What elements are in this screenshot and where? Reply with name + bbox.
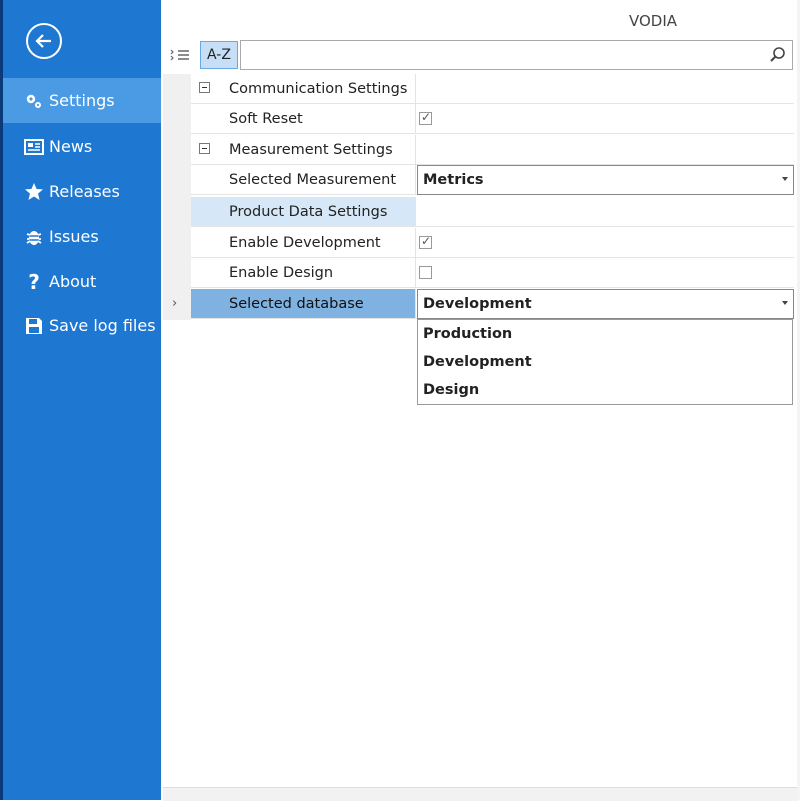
- gears-icon: [24, 91, 44, 111]
- category-product-data[interactable]: Product Data Settings: [191, 197, 794, 227]
- sidebar-item-label: News: [49, 137, 93, 156]
- soft-reset-checkbox[interactable]: ✓: [419, 110, 432, 125]
- sidebar-item-releases[interactable]: Releases: [3, 169, 161, 214]
- category-label: Product Data Settings: [191, 197, 415, 226]
- search-input[interactable]: [245, 42, 769, 70]
- category-label: Communication Settings: [229, 80, 408, 97]
- dropdown-value: Metrics: [423, 172, 484, 188]
- property-label: Soft Reset: [229, 110, 303, 127]
- newspaper-icon: [24, 137, 44, 157]
- search-box: [240, 40, 793, 70]
- value-cell: ✓: [415, 104, 794, 133]
- enable-design-checkbox[interactable]: [419, 266, 432, 279]
- checkmark-icon: ✓: [421, 110, 432, 124]
- sort-az-button[interactable]: A-Z: [200, 41, 238, 69]
- property-selected-database[interactable]: Selected database Development: [191, 289, 794, 319]
- sidebar-item-save-log[interactable]: Save log files: [3, 303, 161, 348]
- arrow-left-icon: [35, 34, 51, 48]
- option-production[interactable]: Production: [418, 320, 792, 348]
- category-measurement[interactable]: Measurement Settings: [191, 135, 794, 165]
- sidebar-item-issues[interactable]: Issues: [3, 214, 161, 259]
- sidebar-item-label: Save log files: [49, 316, 156, 335]
- star-icon: [24, 182, 44, 202]
- status-bar: [163, 787, 799, 801]
- floppy-disk-icon: [24, 316, 44, 336]
- value-cell: Development: [415, 289, 794, 319]
- sidebar: Settings News Releases Issues ? About Sa…: [0, 0, 161, 800]
- question-icon: ?: [28, 269, 40, 294]
- sidebar-item-news[interactable]: News: [3, 124, 161, 169]
- property-label: Selected database: [191, 289, 415, 318]
- back-button[interactable]: [26, 23, 62, 59]
- database-dropdown[interactable]: Development: [417, 289, 794, 319]
- value-cell: [415, 258, 794, 287]
- sidebar-item-label: About: [49, 272, 97, 291]
- property-selected-measurement: Selected Measurement Metrics: [191, 165, 794, 195]
- property-enable-design: Enable Design: [191, 258, 794, 288]
- category-communication[interactable]: Communication Settings: [191, 74, 794, 104]
- bug-icon: [24, 227, 44, 247]
- sidebar-item-label: Settings: [49, 91, 115, 110]
- property-enable-development: Enable Development ✓: [191, 228, 794, 258]
- sidebar-item-label: Releases: [49, 182, 120, 201]
- search-icon[interactable]: [769, 46, 787, 64]
- property-label: Selected Measurement: [229, 171, 397, 188]
- property-label: Enable Development: [229, 234, 381, 251]
- enable-development-checkbox[interactable]: ✓: [419, 234, 432, 249]
- chevron-down-icon: [782, 177, 788, 181]
- chevron-down-icon: [782, 301, 788, 305]
- value-cell: [415, 197, 794, 226]
- row-pointer-icon: ›: [172, 296, 178, 311]
- value-cell: Metrics: [415, 165, 794, 195]
- sidebar-item-about[interactable]: ? About: [3, 259, 161, 304]
- property-soft-reset: Soft Reset ✓: [191, 104, 794, 134]
- database-options-list: Production Development Design: [417, 319, 793, 405]
- app-title: VODIA: [629, 12, 678, 30]
- dropdown-value: Development: [423, 296, 532, 312]
- window-edge: [0, 0, 3, 800]
- category-label: Measurement Settings: [229, 141, 393, 158]
- sidebar-item-settings[interactable]: Settings: [3, 78, 161, 123]
- measurement-dropdown[interactable]: Metrics: [417, 165, 794, 195]
- categorized-view-icon[interactable]: [170, 46, 192, 64]
- option-development[interactable]: Development: [418, 348, 792, 376]
- value-cell: ✓: [415, 228, 794, 257]
- checkmark-icon: ✓: [421, 234, 432, 248]
- option-design[interactable]: Design: [418, 376, 792, 404]
- sidebar-item-label: Issues: [49, 227, 99, 246]
- value-cell: [415, 135, 794, 164]
- row-gutter: [163, 74, 191, 320]
- value-cell: [415, 74, 794, 103]
- property-label: Enable Design: [229, 264, 334, 281]
